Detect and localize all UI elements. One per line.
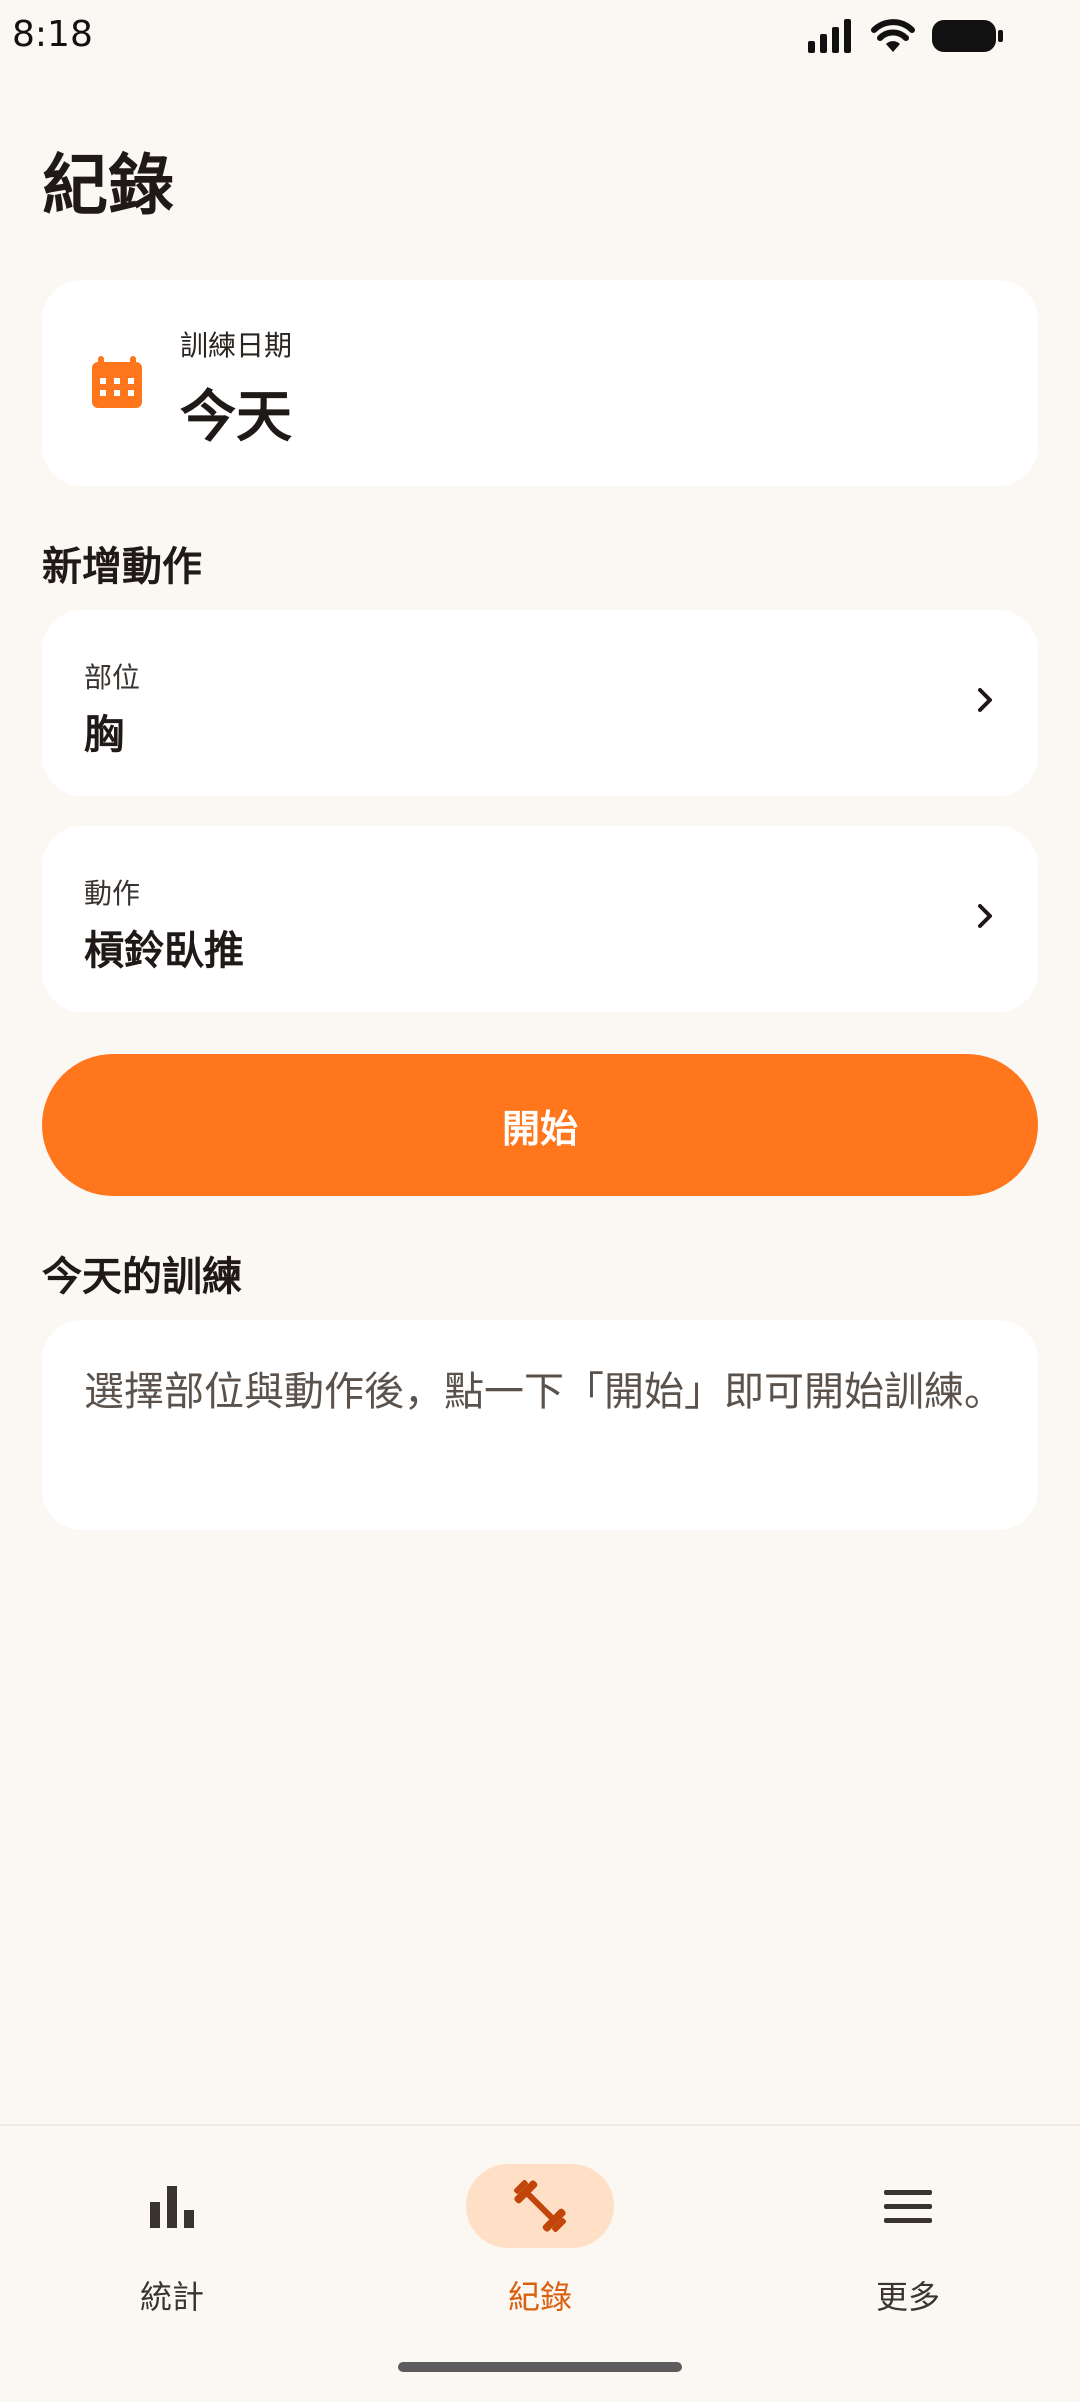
bar-chart-icon: [150, 2186, 194, 2228]
exercise-value: 槓鈴臥推: [84, 928, 244, 974]
training-date-value: 今天: [180, 385, 292, 450]
signal-icon: [808, 19, 851, 53]
date-card[interactable]: 訓練日期 今天: [42, 280, 1038, 486]
nav-label-more: 更多: [875, 2278, 940, 2316]
calendar-icon: [92, 356, 142, 408]
status-icons: [808, 18, 1004, 54]
nav-label-record: 紀錄: [507, 2278, 572, 2316]
empty-state-text: 選擇部位與動作後，點一下「開始」即可開始訓練。: [84, 1369, 1004, 1415]
body-part-selector[interactable]: 部位 胸: [42, 610, 1038, 796]
bottom-navigation: 統計 紀錄 更多: [0, 2124, 1080, 2402]
dumbbell-icon: [513, 2179, 567, 2233]
today-training-card: 選擇部位與動作後，點一下「開始」即可開始訓練。: [42, 1320, 1038, 1530]
body-part-label: 部位: [84, 661, 141, 694]
exercise-selector[interactable]: 動作 槓鈴臥推: [42, 826, 1038, 1012]
status-bar: 8:18: [0, 0, 1080, 70]
chevron-right-icon: [978, 688, 992, 712]
body-part-value: 胸: [84, 712, 124, 758]
chevron-right-icon: [978, 904, 992, 928]
add-exercise-heading: 新增動作: [42, 544, 202, 590]
battery-icon: [932, 20, 1003, 52]
start-button[interactable]: 開始: [42, 1054, 1038, 1196]
exercise-label: 動作: [84, 877, 141, 910]
home-indicator[interactable]: [398, 2362, 682, 2372]
today-training-heading: 今天的訓練: [42, 1254, 242, 1300]
nav-label-stats: 統計: [139, 2278, 204, 2316]
status-time: 8:18: [12, 14, 93, 55]
menu-icon: [884, 2190, 932, 2223]
nav-item-stats[interactable]: 統計: [52, 2156, 292, 2316]
training-date-label: 訓練日期: [180, 329, 293, 362]
nav-item-more[interactable]: 更多: [788, 2156, 1028, 2316]
nav-item-record[interactable]: 紀錄: [420, 2156, 660, 2316]
wifi-icon: [871, 19, 915, 52]
page-title: 紀錄: [42, 147, 174, 224]
